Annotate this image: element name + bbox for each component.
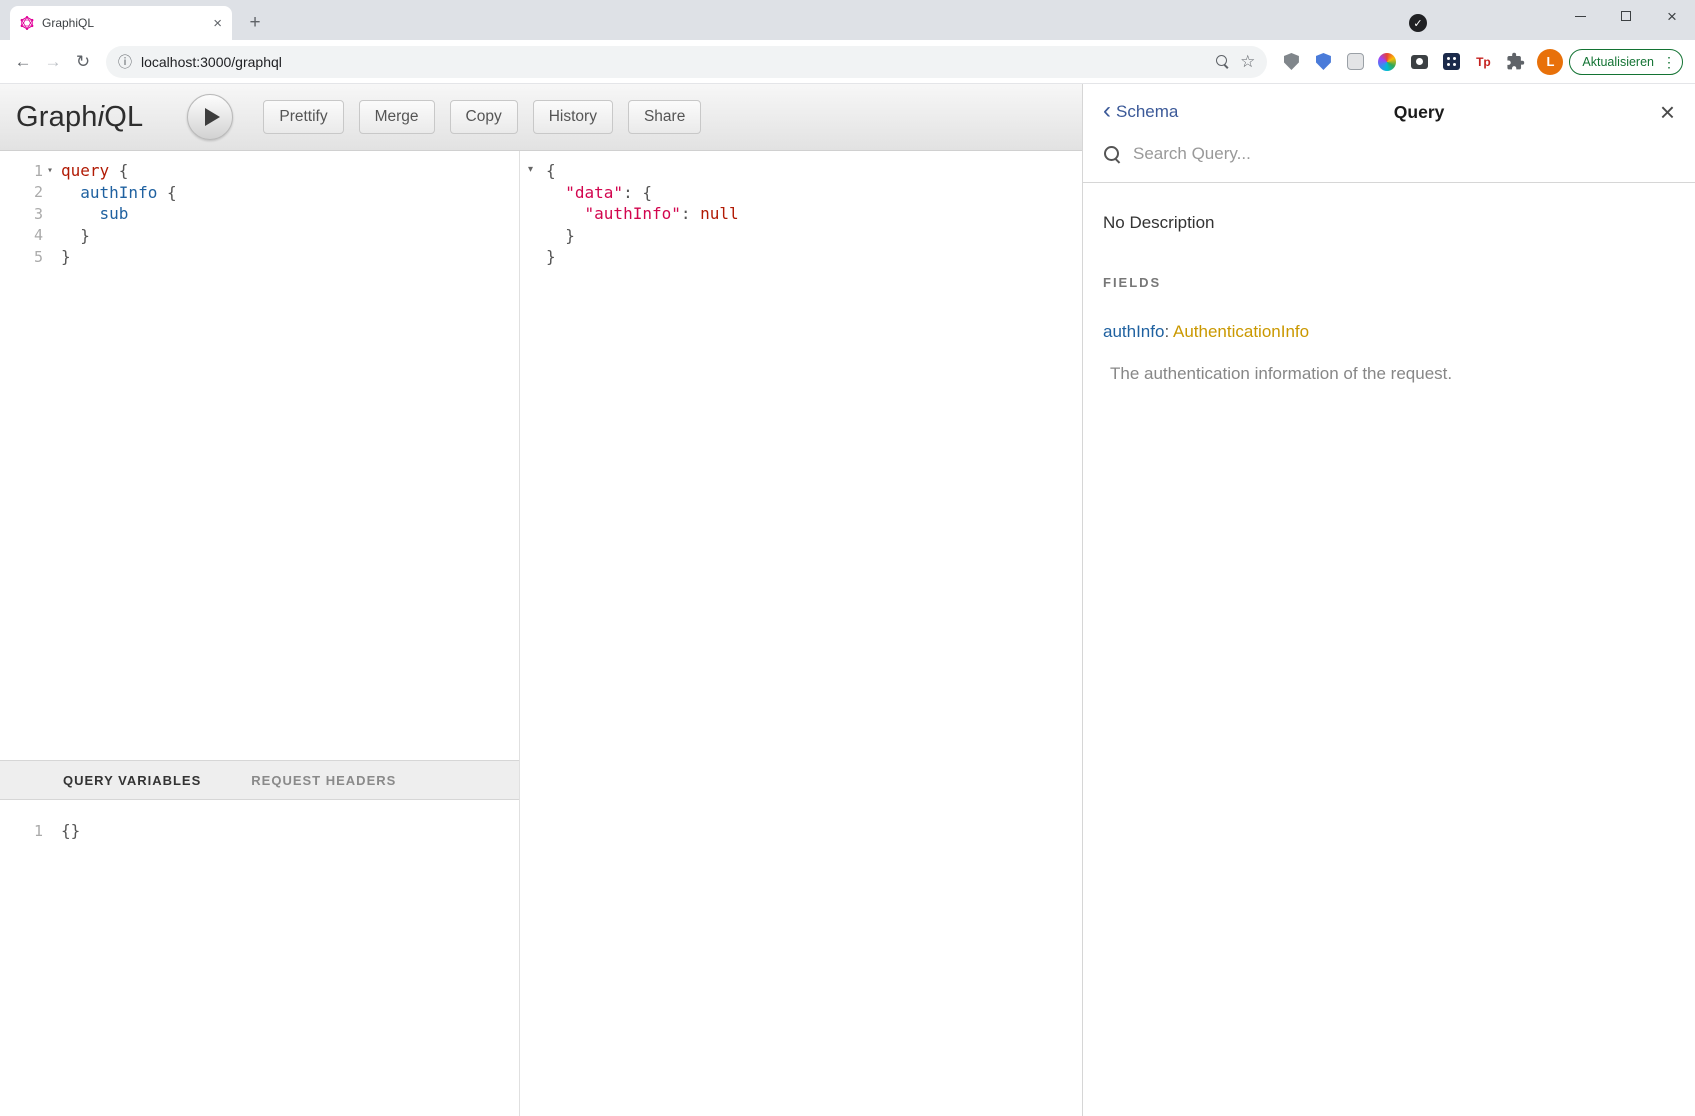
graphiql-toolbar: GraphiQL Prettify Merge Copy History Sha…: [0, 84, 1082, 151]
code-line: sub: [61, 203, 177, 225]
search-icon: [1103, 145, 1121, 163]
tab-query-variables[interactable]: QUERY VARIABLES: [63, 773, 201, 788]
tab-title: GraphiQL: [42, 16, 205, 30]
copy-button[interactable]: Copy: [450, 100, 518, 134]
ext-shield-gray-icon[interactable]: [1278, 49, 1304, 75]
result-line: "authInfo": null: [546, 203, 1082, 225]
result-viewer: { "data": { "authInfo": null } }: [520, 151, 1082, 268]
graphiql-workspace: 1▾ 2 3 4 5 query { authInfo { sub } }: [0, 151, 1082, 1116]
doc-field-name-link[interactable]: authInfo: [1103, 322, 1164, 341]
code-line: }: [61, 246, 177, 268]
page-info-icon[interactable]: ⓘ: [118, 52, 132, 72]
code-line: query {: [61, 160, 177, 182]
window-close-button[interactable]: ×: [1649, 0, 1695, 32]
code-line: {}: [61, 820, 80, 842]
doc-content: No Description FIELDS authInfo: Authenti…: [1083, 183, 1695, 414]
doc-field-description: The authentication information of the re…: [1103, 364, 1675, 384]
query-code[interactable]: query { authInfo { sub } }: [57, 151, 177, 760]
doc-field-type-link[interactable]: AuthenticationInfo: [1173, 322, 1309, 341]
doc-fields-header: FIELDS: [1103, 275, 1675, 290]
code-line: authInfo {: [61, 182, 177, 204]
code-line: }: [61, 225, 177, 247]
doc-explorer-panel: ‹ Schema Query × No Description FIELDS a…: [1082, 84, 1695, 1116]
result-line: {: [546, 160, 1082, 182]
ext-grid-icon[interactable]: [1438, 49, 1464, 75]
graphiql-left-column: GraphiQL Prettify Merge Copy History Sha…: [0, 84, 1082, 1116]
doc-close-icon[interactable]: ×: [1660, 99, 1675, 125]
graphql-favicon-icon: [20, 16, 34, 30]
secondary-editor-tabs: QUERY VARIABLES REQUEST HEADERS: [0, 760, 519, 800]
result-pane: ▾ { "data": { "authInfo": null } }: [520, 151, 1082, 1116]
prettify-button[interactable]: Prettify: [263, 100, 343, 134]
browser-window: GraphiQL × + ✓ × ← → ↻ ⓘ localhost:3000/…: [0, 0, 1695, 1116]
ext-shield-blue-icon[interactable]: [1310, 49, 1336, 75]
doc-no-description: No Description: [1103, 213, 1675, 233]
doc-field-row: authInfo: AuthenticationInfo: [1103, 322, 1675, 342]
update-button-label: Aktualisieren: [1582, 55, 1654, 69]
zoom-icon[interactable]: [1215, 54, 1231, 70]
variables-editor[interactable]: 1 {}: [0, 800, 519, 1116]
line-number-gutter: 1▾ 2 3 4 5: [0, 151, 57, 760]
tab-strip: GraphiQL × + ✓ ×: [0, 0, 1695, 40]
ext-generic-icon[interactable]: [1342, 49, 1368, 75]
browser-menu-kebab-icon[interactable]: ⋮: [1662, 55, 1676, 69]
fold-arrow-icon[interactable]: ▾: [43, 165, 57, 176]
url-bar[interactable]: ⓘ localhost:3000/graphql ☆: [106, 46, 1267, 78]
new-tab-button[interactable]: +: [242, 10, 268, 36]
forward-icon[interactable]: →: [38, 47, 68, 77]
browser-notification-badge-icon[interactable]: ✓: [1409, 14, 1427, 32]
merge-button[interactable]: Merge: [359, 100, 435, 134]
variables-code[interactable]: {}: [57, 806, 80, 1116]
result-fold-arrow-icon[interactable]: ▾: [528, 164, 533, 175]
ext-camera-icon[interactable]: [1406, 49, 1432, 75]
graphiql-logo: GraphiQL: [16, 101, 143, 134]
result-line: }: [546, 225, 1082, 247]
doc-explorer-header: ‹ Schema Query ×: [1083, 84, 1695, 140]
profile-avatar[interactable]: L: [1537, 49, 1563, 75]
browser-tab[interactable]: GraphiQL ×: [10, 6, 232, 40]
result-line: "data": {: [546, 182, 1082, 204]
page-content: GraphiQL Prettify Merge Copy History Sha…: [0, 84, 1695, 1116]
history-button[interactable]: History: [533, 100, 613, 134]
extensions-puzzle-icon[interactable]: [1502, 49, 1528, 75]
execute-query-button[interactable]: [187, 94, 233, 140]
share-button[interactable]: Share: [628, 100, 701, 134]
ext-color-wheel-icon[interactable]: [1374, 49, 1400, 75]
doc-panel-title: Query: [1178, 102, 1659, 123]
doc-back-link[interactable]: ‹ Schema: [1103, 101, 1178, 123]
back-icon[interactable]: ←: [8, 47, 38, 77]
ext-tp-icon[interactable]: Tp: [1470, 49, 1496, 75]
window-controls: ×: [1557, 0, 1695, 32]
variables-gutter: 1: [0, 806, 57, 1116]
doc-back-label: Schema: [1116, 102, 1178, 122]
result-line: }: [546, 246, 1082, 268]
maximize-button[interactable]: [1603, 0, 1649, 32]
play-icon: [205, 108, 220, 126]
tab-close-icon[interactable]: ×: [213, 16, 222, 31]
chevron-left-icon: ‹: [1103, 99, 1111, 123]
doc-field-colon: :: [1164, 322, 1169, 341]
tab-request-headers[interactable]: REQUEST HEADERS: [251, 773, 396, 788]
doc-search-row: [1083, 140, 1695, 183]
doc-search-input[interactable]: [1133, 144, 1675, 164]
minimize-button[interactable]: [1557, 0, 1603, 32]
query-editor[interactable]: 1▾ 2 3 4 5 query { authInfo { sub } }: [0, 151, 519, 760]
bookmark-star-icon[interactable]: ☆: [1240, 52, 1255, 72]
browser-navbar: ← → ↻ ⓘ localhost:3000/graphql ☆ Tp L Ak…: [0, 40, 1695, 84]
browser-update-button[interactable]: Aktualisieren ⋮: [1569, 49, 1683, 75]
reload-icon[interactable]: ↻: [68, 47, 98, 77]
query-editor-pane: 1▾ 2 3 4 5 query { authInfo { sub } }: [0, 151, 520, 1116]
url-input[interactable]: localhost:3000/graphql: [141, 54, 1206, 70]
